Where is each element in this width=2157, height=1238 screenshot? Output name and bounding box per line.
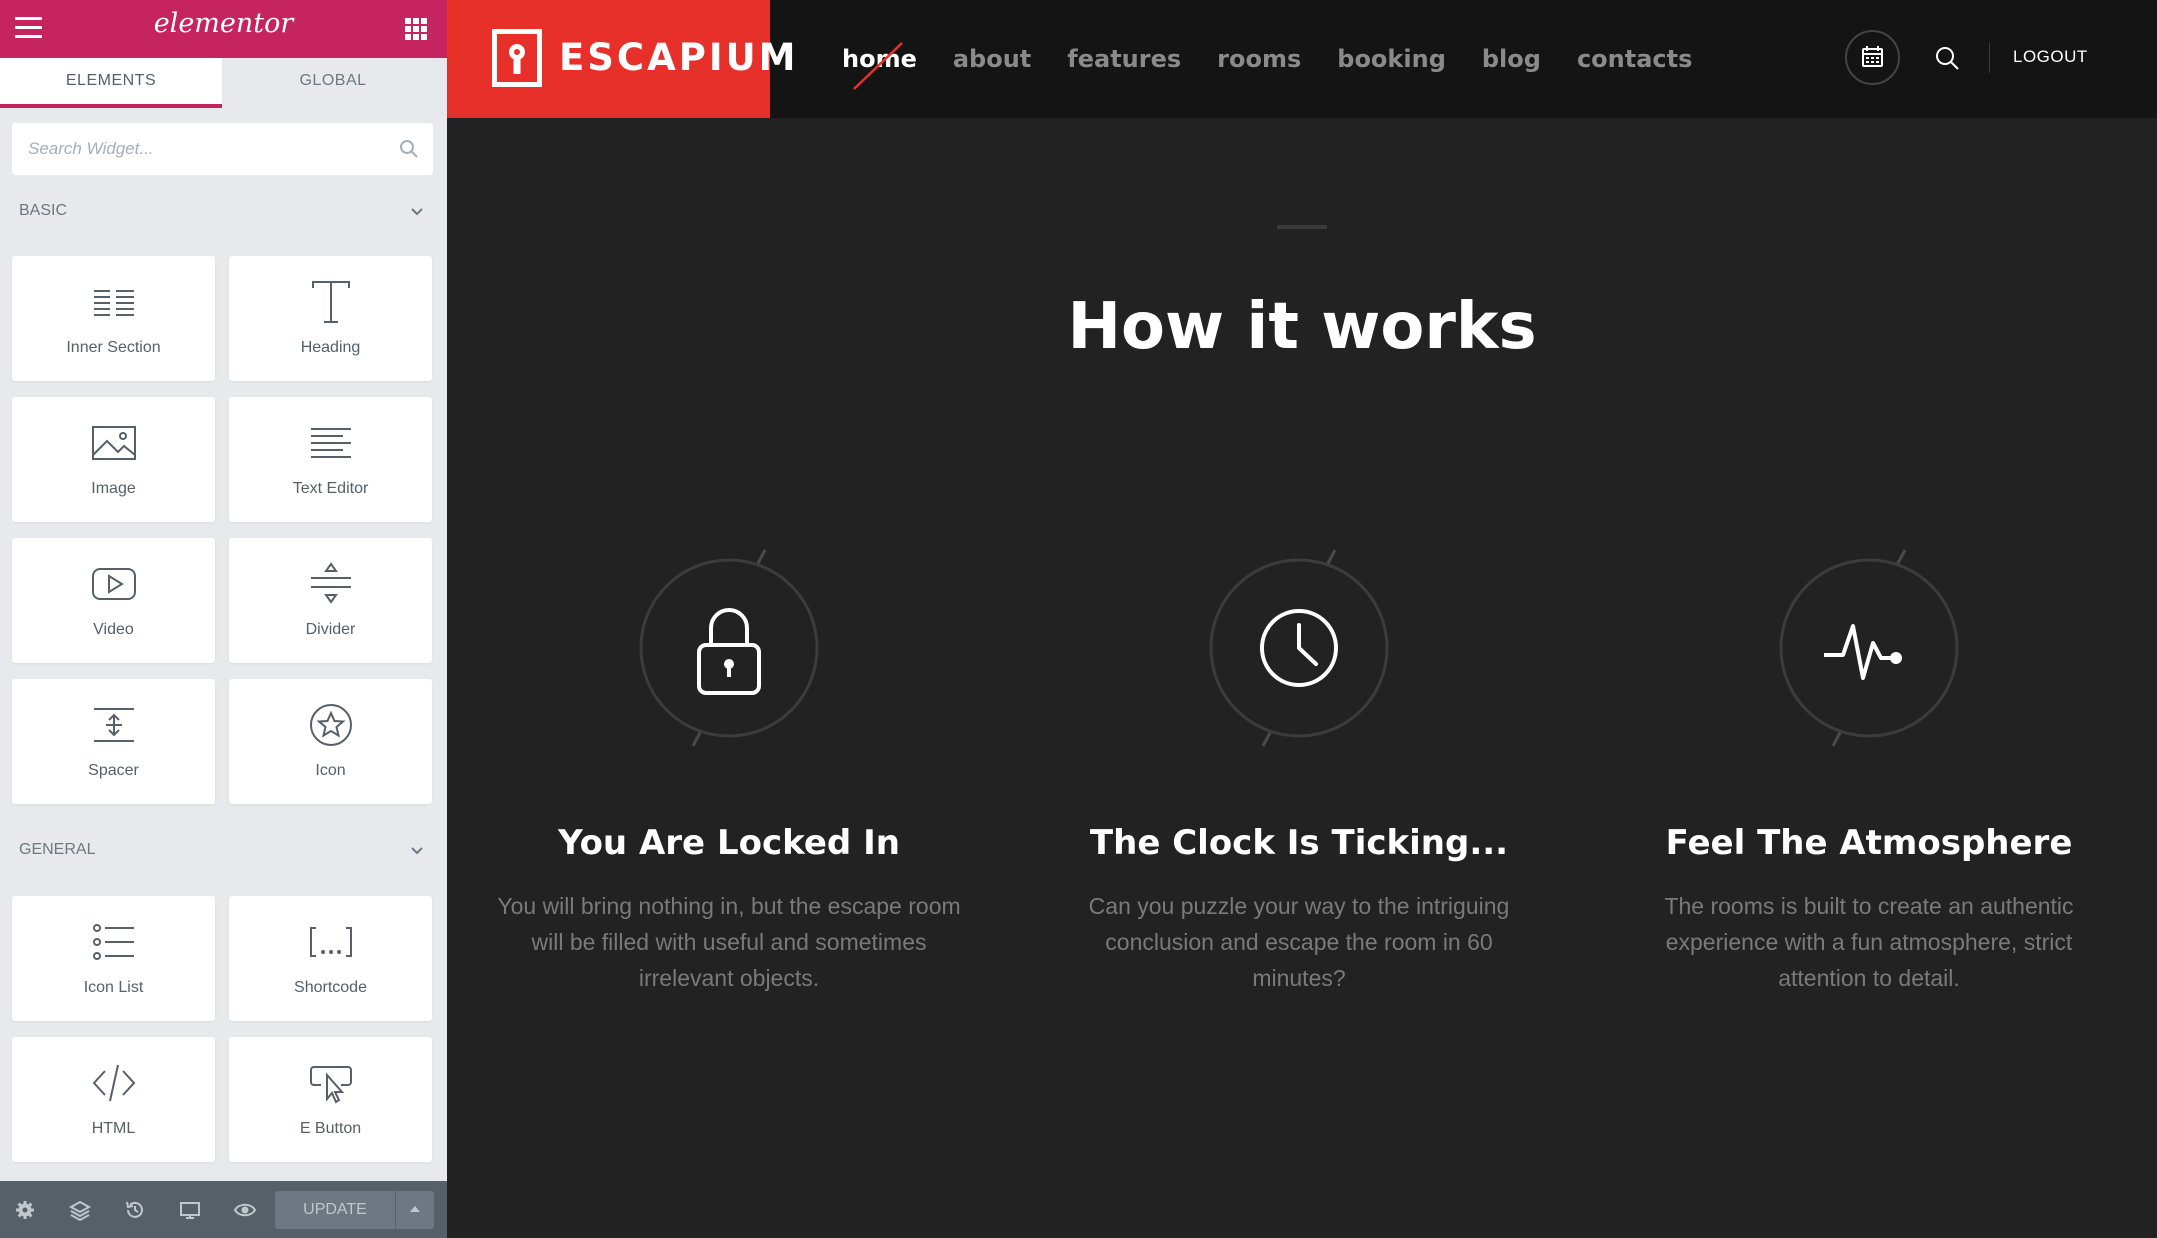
chevron-down-icon	[411, 847, 423, 855]
nav-label: features	[1067, 45, 1182, 73]
widget-search	[12, 123, 433, 175]
nav-booking[interactable]: booking	[1337, 45, 1446, 73]
widget-label: Inner Section	[66, 339, 161, 356]
image-icon	[91, 426, 136, 460]
save-options-button[interactable]	[396, 1191, 434, 1229]
widget-html[interactable]: HTML	[12, 1037, 215, 1162]
widget-image[interactable]: Image	[12, 397, 215, 522]
title-decoration	[1277, 225, 1327, 229]
nav-label: rooms	[1217, 45, 1302, 73]
feature-title: You Are Locked In	[558, 823, 900, 863]
category-label: GENERAL	[19, 841, 96, 858]
history-icon[interactable]	[123, 1198, 147, 1222]
chevron-down-icon	[411, 208, 423, 216]
logo-text: ESCAPIUM	[559, 36, 799, 79]
nav-about[interactable]: about	[953, 45, 1031, 73]
preview-eye-icon[interactable]	[233, 1198, 257, 1222]
logout-link[interactable]: LOGOUT	[2013, 47, 2088, 67]
calendar-button[interactable]	[1845, 30, 1900, 85]
site-logo[interactable]: ESCAPIUM	[447, 0, 795, 118]
tab-global[interactable]: GLOBAL	[222, 58, 444, 108]
shortcode-icon	[309, 927, 352, 957]
feature-title: Feel The Atmosphere	[1665, 823, 2073, 863]
widget-shortcode[interactable]: Shortcode	[229, 896, 432, 1021]
nav-label: blog	[1481, 45, 1541, 73]
widget-icon-list[interactable]: Icon List	[12, 896, 215, 1021]
calendar-icon	[1862, 46, 1883, 67]
widget-divider[interactable]: Divider	[229, 538, 432, 663]
nav-blog[interactable]: blog	[1482, 45, 1541, 73]
widget-label: Shortcode	[294, 979, 367, 996]
widget-label: Divider	[305, 621, 356, 638]
widget-label: Video	[93, 621, 134, 638]
widget-inner-section[interactable]: Inner Section	[12, 256, 215, 381]
tab-elements[interactable]: ELEMENTS	[0, 58, 222, 108]
keyhole-logo-icon	[492, 29, 542, 87]
feature-card: You Are Locked In You will bring nothing…	[449, 528, 1009, 1128]
search-icon[interactable]	[1934, 45, 1960, 71]
heading-icon	[311, 281, 350, 323]
widget-label: Spacer	[88, 762, 139, 779]
widget-text-editor[interactable]: Text Editor	[229, 397, 432, 522]
feature-card: The Clock Is Ticking... Can you puzzle y…	[1019, 528, 1579, 1128]
nav-features[interactable]: features	[1067, 45, 1181, 73]
feature-text: The rooms is built to create an authenti…	[1664, 893, 2074, 991]
widget-label: Image	[91, 480, 136, 497]
search-icon[interactable]	[399, 139, 419, 159]
widget-heading[interactable]: Heading	[229, 256, 432, 381]
how-it-works-section: How it works You Are Locked In You will …	[447, 118, 2157, 1238]
site-header: ESCAPIUM home about features rooms booki…	[447, 0, 2157, 118]
nav-home[interactable]: home	[842, 42, 917, 90]
panel-tabs: ELEMENTS GLOBAL	[0, 58, 447, 108]
elementor-panel: elementor ELEMENTS GLOBAL BASIC Inner Se…	[0, 0, 447, 1238]
text-editor-icon	[310, 428, 351, 458]
nav-contacts[interactable]: contacts	[1577, 45, 1692, 73]
widget-icon[interactable]: Icon	[229, 679, 432, 804]
widget-label: HTML	[91, 1120, 136, 1137]
widget-label: Heading	[300, 339, 361, 356]
search-input[interactable]	[26, 135, 376, 163]
icon-list-icon	[92, 924, 134, 960]
inner-section-icon	[93, 290, 134, 316]
gear-icon[interactable]	[13, 1198, 37, 1222]
layers-icon[interactable]	[68, 1198, 92, 1222]
widget-label: Text Editor	[292, 480, 369, 497]
divider-icon	[310, 562, 351, 604]
widgets-grid-icon[interactable]	[405, 18, 427, 40]
spacer-icon	[93, 708, 134, 742]
category-basic[interactable]: BASIC	[0, 192, 447, 232]
section-title: How it works	[1067, 290, 1537, 364]
responsive-desktop-icon[interactable]	[178, 1198, 202, 1222]
widget-spacer[interactable]: Spacer	[12, 679, 215, 804]
clock-icon	[1209, 549, 1389, 747]
feature-text: You will bring nothing in, but the escap…	[497, 893, 961, 991]
main-navigation: home about features rooms booking blog c…	[842, 0, 1728, 118]
category-general[interactable]: GENERAL	[0, 831, 447, 871]
panel-footer: UPDATE	[0, 1181, 447, 1238]
nav-rooms[interactable]: rooms	[1217, 45, 1301, 73]
nav-label: about	[952, 45, 1032, 73]
widget-label: Icon	[315, 762, 346, 779]
lock-icon	[639, 549, 819, 747]
code-icon	[92, 1064, 135, 1102]
header-divider	[1989, 43, 1990, 73]
panel-header: elementor	[0, 0, 447, 58]
nav-label: booking	[1337, 45, 1446, 73]
nav-label: contacts	[1576, 45, 1693, 73]
feature-title: The Clock Is Ticking...	[1089, 823, 1509, 863]
feature-text: Can you puzzle your way to the intriguin…	[1088, 893, 1510, 991]
widget-label: E Button	[299, 1120, 362, 1137]
elementor-logo: elementor	[153, 8, 294, 39]
update-button[interactable]: UPDATE	[275, 1191, 395, 1229]
widget-e-button[interactable]: E Button	[229, 1037, 432, 1162]
widget-label: Icon List	[83, 979, 144, 996]
button-cursor-icon	[309, 1066, 352, 1104]
video-icon	[91, 568, 136, 600]
star-icon	[309, 704, 352, 746]
widget-video[interactable]: Video	[12, 538, 215, 663]
pulse-icon	[1779, 549, 1959, 747]
category-label: BASIC	[19, 202, 68, 219]
active-slash-icon	[853, 42, 903, 90]
feature-card: Feel The Atmosphere The rooms is built t…	[1589, 528, 2149, 1128]
